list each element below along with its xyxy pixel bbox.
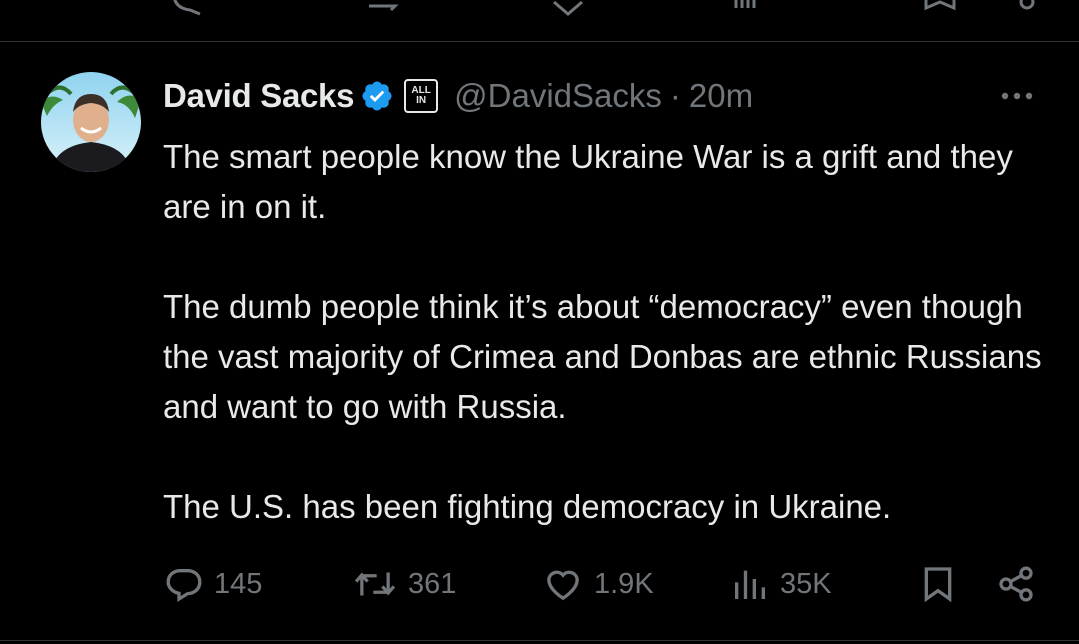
avatar[interactable] — [41, 72, 141, 172]
repost-icon[interactable] — [365, 0, 405, 16]
repost-icon — [354, 572, 396, 596]
bookmark-button[interactable] — [918, 562, 958, 606]
like-count: 1.9K — [594, 567, 654, 600]
like-icon — [547, 570, 579, 601]
tweet-paragraph: The smart people know the Ukraine War is… — [163, 138, 1013, 225]
previous-tweet-actions — [0, 0, 1079, 16]
divider — [0, 41, 1079, 42]
like-button[interactable]: 1.9K — [542, 562, 654, 606]
timestamp[interactable]: 20m — [689, 77, 753, 115]
repost-count: 361 — [408, 567, 457, 600]
affiliation-badge[interactable]: ALL IN — [404, 79, 439, 113]
like-icon[interactable] — [548, 0, 588, 16]
handle[interactable]: @DavidSacks — [454, 77, 662, 115]
display-name[interactable]: David Sacks — [163, 77, 354, 115]
views-button[interactable]: 35K — [730, 562, 832, 606]
tweet-paragraph: The U.S. has been fighting democracy in … — [163, 488, 892, 525]
share-button[interactable] — [996, 562, 1036, 606]
reply-icon — [166, 569, 202, 603]
tweet-header: David Sacks ALL IN @DavidSacks · 20m — [163, 74, 753, 118]
verified-icon — [362, 81, 392, 111]
divider — [0, 640, 1079, 641]
reply-count: 145 — [214, 567, 263, 600]
tweet-text: The smart people know the Ukraine War is… — [163, 132, 1058, 532]
bookmark-icon — [924, 567, 952, 603]
reply-icon[interactable] — [170, 0, 210, 16]
more-icon[interactable] — [995, 84, 1039, 108]
repost-button[interactable]: 361 — [352, 562, 456, 606]
separator: · — [669, 77, 681, 114]
tweet-paragraph: The dumb people think it’s about “democr… — [163, 288, 1042, 425]
views-icon[interactable] — [732, 0, 762, 16]
affiliation-badge-line-2: IN — [416, 95, 427, 106]
bookmark-icon[interactable] — [920, 0, 960, 16]
view-count: 35K — [780, 567, 832, 600]
share-icon — [999, 566, 1033, 602]
share-icon[interactable] — [1012, 0, 1042, 16]
views-icon — [735, 570, 765, 599]
tweet-page: David Sacks ALL IN @DavidSacks · 20m The… — [0, 0, 1079, 644]
reply-button[interactable]: 145 — [164, 562, 262, 606]
